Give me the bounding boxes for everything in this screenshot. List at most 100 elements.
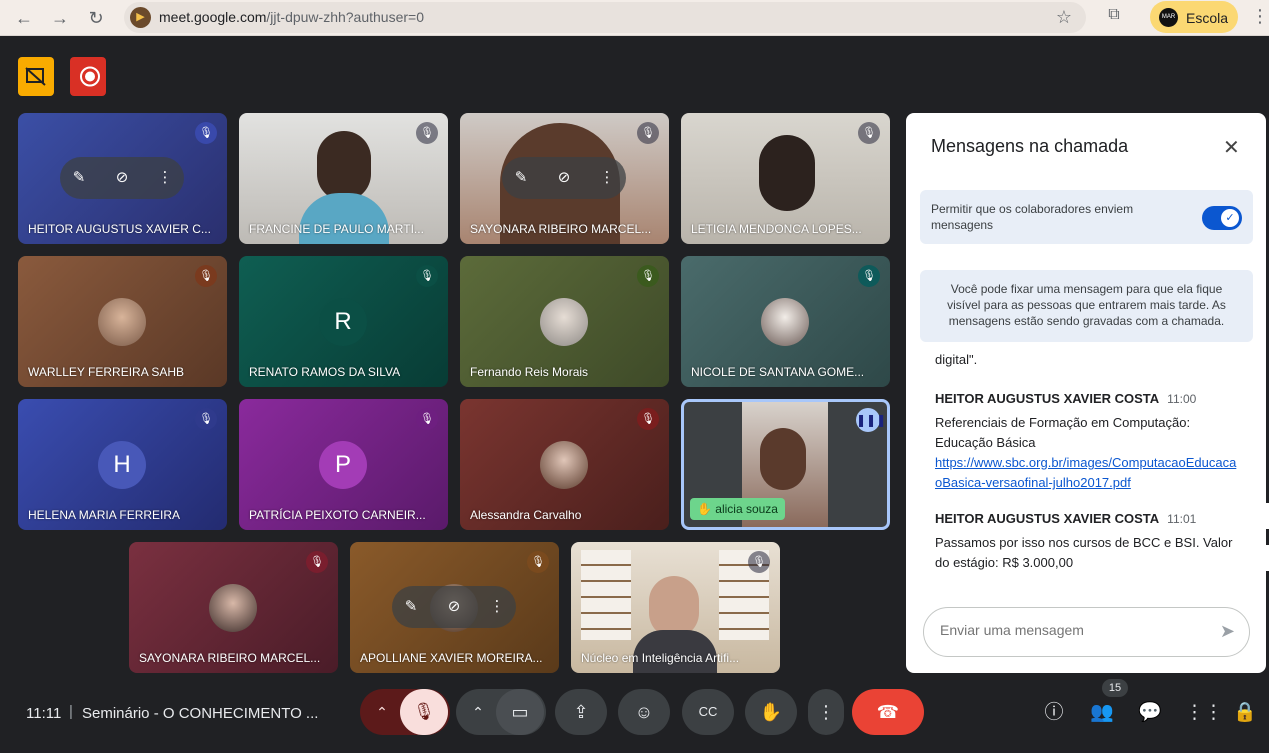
recording-icon[interactable] — [70, 57, 106, 96]
participant-name: alicia souza — [715, 502, 778, 516]
tile-hover-controls: ✎ ⊘ ⋮ — [60, 157, 184, 199]
message-compose[interactable]: ➤ — [923, 607, 1250, 657]
chat-permission-label: Permitir que os colaboradores enviem men… — [931, 202, 1134, 232]
participant-tile[interactable]: 🎙 Núcleo em Inteligência Artifi... — [571, 542, 780, 673]
more-options-icon[interactable]: ⋮ — [486, 596, 508, 618]
participant-tile[interactable]: P 🎙 PATRÍCIA PEIXOTO CARNEIR... — [239, 399, 448, 530]
close-icon[interactable]: ✕ — [1223, 135, 1240, 160]
send-icon[interactable]: ➤ — [1220, 621, 1235, 642]
profile-button[interactable]: MAR Escola — [1150, 1, 1238, 33]
participant-name: RENATO RAMOS DA SILVA — [249, 365, 401, 379]
mic-off-icon: 🎙 — [858, 122, 880, 144]
participant-tile-active-speaker[interactable]: ❚❚❚ ✋ alicia souza — [681, 399, 890, 530]
participant-name: Fernando Reis Morais — [470, 365, 589, 379]
meet-app: 🎙 ✎ ⊘ ⋮ HEITOR AUGUSTUS XAVIER C... 🎙 FR… — [2, 37, 1269, 753]
camera-toggle-button[interactable]: ▭ — [496, 689, 544, 735]
more-options-icon[interactable]: ⋮ — [596, 167, 618, 189]
chat-panel-title: Mensagens na chamada — [931, 136, 1129, 156]
reload-icon[interactable]: ↻ — [84, 6, 108, 30]
participant-tile[interactable]: 🎙 ✎ ⊘ ⋮ APOLLIANE XAVIER MOREIRA... — [350, 542, 559, 673]
tile-hover-controls: ✎ ⊘ ⋮ — [392, 586, 516, 628]
pin-icon[interactable]: ✎ — [400, 596, 422, 618]
message-body: Referenciais de Formação em Computação: … — [935, 415, 1191, 450]
forward-icon[interactable]: → — [48, 6, 72, 30]
video-options-chevron-icon[interactable]: ⌃ — [466, 689, 490, 735]
bookmark-star-icon[interactable]: ☆ — [1056, 7, 1072, 28]
participant-tile[interactable]: 🎙 WARLLEY FERREIRA SAHB — [18, 256, 227, 387]
mic-toggle-button[interactable]: 🎙 — [400, 689, 448, 735]
extensions-icon[interactable]: ⧉ — [1103, 6, 1125, 28]
pin-icon[interactable]: ✎ — [510, 167, 532, 189]
participant-tile[interactable]: 🎙 Fernando Reis Morais — [460, 256, 669, 387]
participant-tile[interactable]: 🎙 ✎ ⊘ ⋮ SAYONARA RIBEIRO MARCEL... — [460, 113, 669, 244]
participant-face — [760, 428, 806, 490]
reactions-button[interactable]: ☺ — [618, 689, 670, 735]
pin-icon[interactable]: ✎ — [68, 167, 90, 189]
speaking-indicator-icon: ❚❚❚ — [856, 408, 886, 432]
message-input[interactable] — [940, 622, 1200, 638]
participant-tile[interactable]: 🎙 NICOLE DE SANTANA GOME... — [681, 256, 890, 387]
mute-participant-icon[interactable]: ⊘ — [553, 167, 575, 189]
mic-off-icon: 🎙 — [306, 551, 328, 573]
chat-permission-row: Permitir que os colaboradores enviem men… — [920, 190, 1253, 244]
bookshelf-background — [581, 550, 631, 640]
participant-initial-avatar: P — [319, 441, 367, 489]
participant-initial-avatar: H — [98, 441, 146, 489]
raise-hand-button[interactable]: ✋ — [745, 689, 797, 735]
chat-icon[interactable]: 💬 — [1138, 701, 1162, 725]
captions-button[interactable]: CC — [682, 689, 734, 735]
present-screen-button[interactable]: ⇪ — [555, 689, 607, 735]
participant-tile[interactable]: 🎙 LETICIA MENDONCA LOPES... — [681, 113, 890, 244]
audio-options-chevron-icon[interactable]: ⌃ — [370, 689, 394, 735]
participant-avatar-photo — [540, 298, 588, 346]
mute-participant-icon[interactable]: ⊘ — [111, 167, 133, 189]
message-link[interactable]: https://www.sbc.org.br/images/Computacao… — [935, 453, 1240, 493]
browser-menu-icon[interactable]: ⋮ — [1251, 6, 1269, 27]
participant-avatar-photo — [540, 441, 588, 489]
activities-icon[interactable]: ⋮⋮ — [1185, 701, 1223, 725]
message-body: Passamos por isso nos cursos de BCC e BS… — [935, 535, 1233, 570]
meeting-info-icon[interactable]: ⓘ — [1042, 701, 1066, 725]
participant-tile[interactable]: 🎙 ✎ ⊘ ⋮ HEITOR AUGUSTUS XAVIER C... — [18, 113, 227, 244]
participant-name: WARLLEY FERREIRA SAHB — [28, 365, 185, 379]
host-controls-icon[interactable]: 🔒 — [1233, 701, 1257, 725]
participant-avatar-photo — [761, 298, 809, 346]
address-bar[interactable]: ▶ meet.google.com/jjt-dpuw-zhh?authuser=… — [124, 2, 1086, 33]
chat-message: HEITOR AUGUSTUS XAVIER COSTA 11:00 Refere… — [935, 390, 1240, 493]
chat-permission-toggle[interactable]: ✓ — [1202, 206, 1242, 230]
meeting-title: Seminário - O CONHECIMENTO ... — [82, 705, 319, 722]
participant-name: FRANCINE DE PAULO MARTI... — [249, 222, 424, 236]
meeting-clock: 11:11 — [26, 705, 62, 722]
participant-name: Núcleo em Inteligência Artifi... — [581, 651, 740, 665]
participant-name: HELENA MARIA FERREIRA — [28, 508, 181, 522]
participant-tile[interactable]: 🎙 FRANCINE DE PAULO MARTI... — [239, 113, 448, 244]
mic-off-icon: 🎙 — [416, 265, 438, 287]
mic-off-icon: 🎙 — [416, 122, 438, 144]
mute-participant-icon[interactable]: ⊘ — [443, 596, 465, 618]
participant-avatar-photo — [209, 584, 257, 632]
back-icon[interactable]: ← — [12, 6, 36, 30]
participant-name: SAYONARA RIBEIRO MARCEL... — [470, 222, 652, 236]
raised-hand-badge: ✋ alicia souza — [690, 498, 785, 520]
participant-video — [649, 576, 699, 638]
participant-tile[interactable]: R 🎙 RENATO RAMOS DA SILVA — [239, 256, 448, 387]
video-controls: ⌃ ▭ — [456, 689, 546, 735]
end-call-button[interactable]: ☎ — [852, 689, 924, 735]
meet-site-icon[interactable]: ▶ — [130, 7, 151, 28]
no-video-indicator-icon[interactable] — [18, 57, 54, 96]
more-options-icon[interactable]: ⋮ — [154, 167, 176, 189]
participant-tile[interactable]: 🎙 Alessandra Carvalho — [460, 399, 669, 530]
url-text[interactable]: meet.google.com/jjt-dpuw-zhh?authuser=0 — [159, 9, 424, 25]
mic-off-icon: 🎙 — [195, 265, 217, 287]
message-time: 11:00 — [1167, 392, 1197, 406]
chat-panel: Mensagens na chamada ✕ Permitir que os c… — [906, 113, 1266, 673]
participant-initial-avatar: R — [319, 298, 367, 346]
participant-tile[interactable]: 🎙 SAYONARA RIBEIRO MARCEL... — [129, 542, 338, 673]
message-author: HEITOR AUGUSTUS XAVIER COSTA — [935, 391, 1160, 406]
participant-video — [759, 135, 815, 211]
chat-message: HEITOR AUGUSTUS XAVIER COSTA 11:01 Passam… — [935, 510, 1240, 573]
participant-tile[interactable]: H 🎙 HELENA MARIA FERREIRA — [18, 399, 227, 530]
more-options-button[interactable]: ⋮ — [808, 689, 844, 735]
people-icon[interactable]: 👥 — [1090, 701, 1114, 725]
url-host: meet.google.com — [159, 9, 267, 25]
